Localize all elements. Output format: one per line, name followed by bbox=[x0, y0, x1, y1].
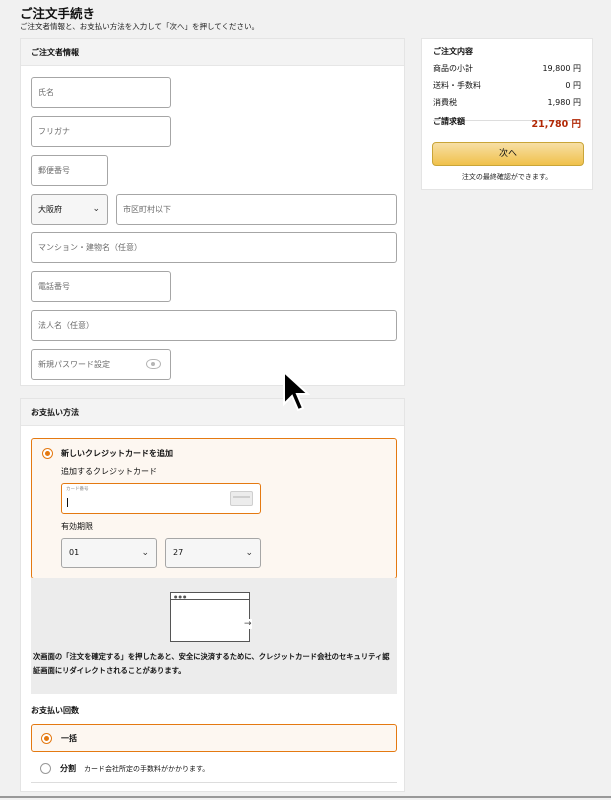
orderer-info-panel: ご注文者情報 氏名 フリガナ 郵便番号 大阪府 ⌄ 市区町村以下 マンション・建… bbox=[20, 38, 405, 386]
tax-row: 消費税 1,980 円 bbox=[433, 97, 581, 108]
password-field[interactable]: 新規パスワード設定 bbox=[31, 349, 171, 380]
new-card-radio[interactable] bbox=[42, 448, 53, 459]
text-caret bbox=[67, 498, 68, 507]
page-bottom-divider bbox=[0, 796, 611, 798]
page-description: ご注文者情報と、お支払い方法を入力して「次へ」を押してください。 bbox=[20, 22, 260, 31]
shipping-value: 0 円 bbox=[565, 81, 581, 90]
postal-code-field[interactable]: 郵便番号 bbox=[31, 155, 108, 186]
furigana-placeholder: フリガナ bbox=[38, 127, 70, 136]
phone-field[interactable]: 電話番号 bbox=[31, 271, 171, 302]
next-button[interactable]: 次へ bbox=[432, 142, 584, 166]
chevron-down-icon: ⌄ bbox=[245, 548, 253, 558]
furigana-field[interactable]: フリガナ bbox=[31, 116, 171, 147]
name-field[interactable]: 氏名 bbox=[31, 77, 171, 108]
total-row: ご請求額 21,780 円 bbox=[433, 116, 581, 130]
tax-value: 1,980 円 bbox=[547, 98, 581, 107]
building-placeholder: マンション・建物名（任意） bbox=[38, 243, 142, 252]
credit-card-icon bbox=[230, 491, 253, 506]
payment-method-panel: お支払い方法 新しいクレジットカードを追加 追加するクレジットカード カード番号… bbox=[20, 398, 405, 792]
payment-method-heading: お支払い方法 bbox=[21, 399, 404, 426]
expiry-year-value: 27 bbox=[173, 548, 184, 557]
new-card-option[interactable]: 新しいクレジットカードを追加 追加するクレジットカード カード番号 有効期限 0… bbox=[31, 438, 397, 579]
city-field[interactable]: 市区町村以下 bbox=[116, 194, 397, 225]
add-card-label: 追加するクレジットカード bbox=[61, 467, 157, 476]
order-summary-panel: ご注文内容 商品の小計 19,800 円 送料・手数料 0 円 消費税 1,98… bbox=[421, 38, 593, 190]
lump-sum-label: 一括 bbox=[61, 734, 77, 743]
expiry-year-select[interactable]: 27 ⌄ bbox=[165, 538, 261, 568]
total-label: ご請求額 bbox=[433, 117, 465, 126]
split-label: 分割 bbox=[60, 764, 76, 773]
prefecture-select[interactable]: 大阪府 ⌄ bbox=[31, 194, 108, 225]
chevron-down-icon: ⌄ bbox=[92, 204, 100, 214]
card-number-label: カード番号 bbox=[66, 487, 89, 492]
shipping-row: 送料・手数料 0 円 bbox=[433, 80, 581, 91]
mouse-cursor-icon bbox=[283, 370, 310, 412]
split-note: カード会社所定の手数料がかかります。 bbox=[84, 765, 210, 773]
split-payment-option[interactable]: 分割 カード会社所定の手数料がかかります。 bbox=[31, 755, 397, 783]
new-card-label: 新しいクレジットカードを追加 bbox=[61, 449, 173, 458]
subtotal-value: 19,800 円 bbox=[542, 64, 581, 73]
name-placeholder: 氏名 bbox=[38, 88, 54, 97]
prefecture-value: 大阪府 bbox=[38, 205, 62, 214]
subtotal-label: 商品の小計 bbox=[433, 64, 473, 73]
phone-placeholder: 電話番号 bbox=[38, 282, 70, 291]
summary-note: 注文の最終確認ができます。 bbox=[461, 173, 553, 181]
installments-heading: お支払い回数 bbox=[31, 706, 79, 715]
company-placeholder: 法人名（任意） bbox=[38, 321, 94, 330]
expiry-month-select[interactable]: 01 ⌄ bbox=[61, 538, 157, 568]
city-placeholder: 市区町村以下 bbox=[123, 205, 171, 214]
arrow-right-icon: → bbox=[244, 619, 252, 629]
chevron-down-icon: ⌄ bbox=[141, 548, 149, 558]
orderer-info-heading: ご注文者情報 bbox=[21, 39, 404, 66]
lump-sum-option[interactable]: 一括 bbox=[31, 724, 397, 752]
password-placeholder: 新規パスワード設定 bbox=[38, 360, 110, 369]
page-title: ご注文手続き bbox=[20, 6, 96, 21]
subtotal-row: 商品の小計 19,800 円 bbox=[433, 63, 581, 74]
card-number-input[interactable]: カード番号 bbox=[61, 483, 261, 514]
postal-code-placeholder: 郵便番号 bbox=[38, 166, 70, 175]
eye-icon[interactable] bbox=[146, 359, 161, 369]
summary-heading: ご注文内容 bbox=[433, 47, 473, 56]
shipping-label: 送料・手数料 bbox=[433, 81, 481, 90]
browser-window-icon: ●●● → bbox=[170, 592, 252, 642]
redirect-info-box: ●●● → 次画面の「注文を確定する」を押したあと、安全に決済するために、クレジ… bbox=[31, 578, 397, 694]
building-field[interactable]: マンション・建物名（任意） bbox=[31, 232, 397, 263]
redirect-note: 次画面の「注文を確定する」を押したあと、安全に決済するために、クレジットカード会… bbox=[33, 652, 390, 675]
lump-sum-radio[interactable] bbox=[41, 733, 52, 744]
total-value: 21,780 円 bbox=[531, 119, 581, 130]
company-field[interactable]: 法人名（任意） bbox=[31, 310, 397, 341]
tax-label: 消費税 bbox=[433, 98, 457, 107]
split-radio[interactable] bbox=[40, 763, 51, 774]
expiry-label: 有効期限 bbox=[61, 522, 93, 531]
expiry-month-value: 01 bbox=[69, 548, 80, 557]
